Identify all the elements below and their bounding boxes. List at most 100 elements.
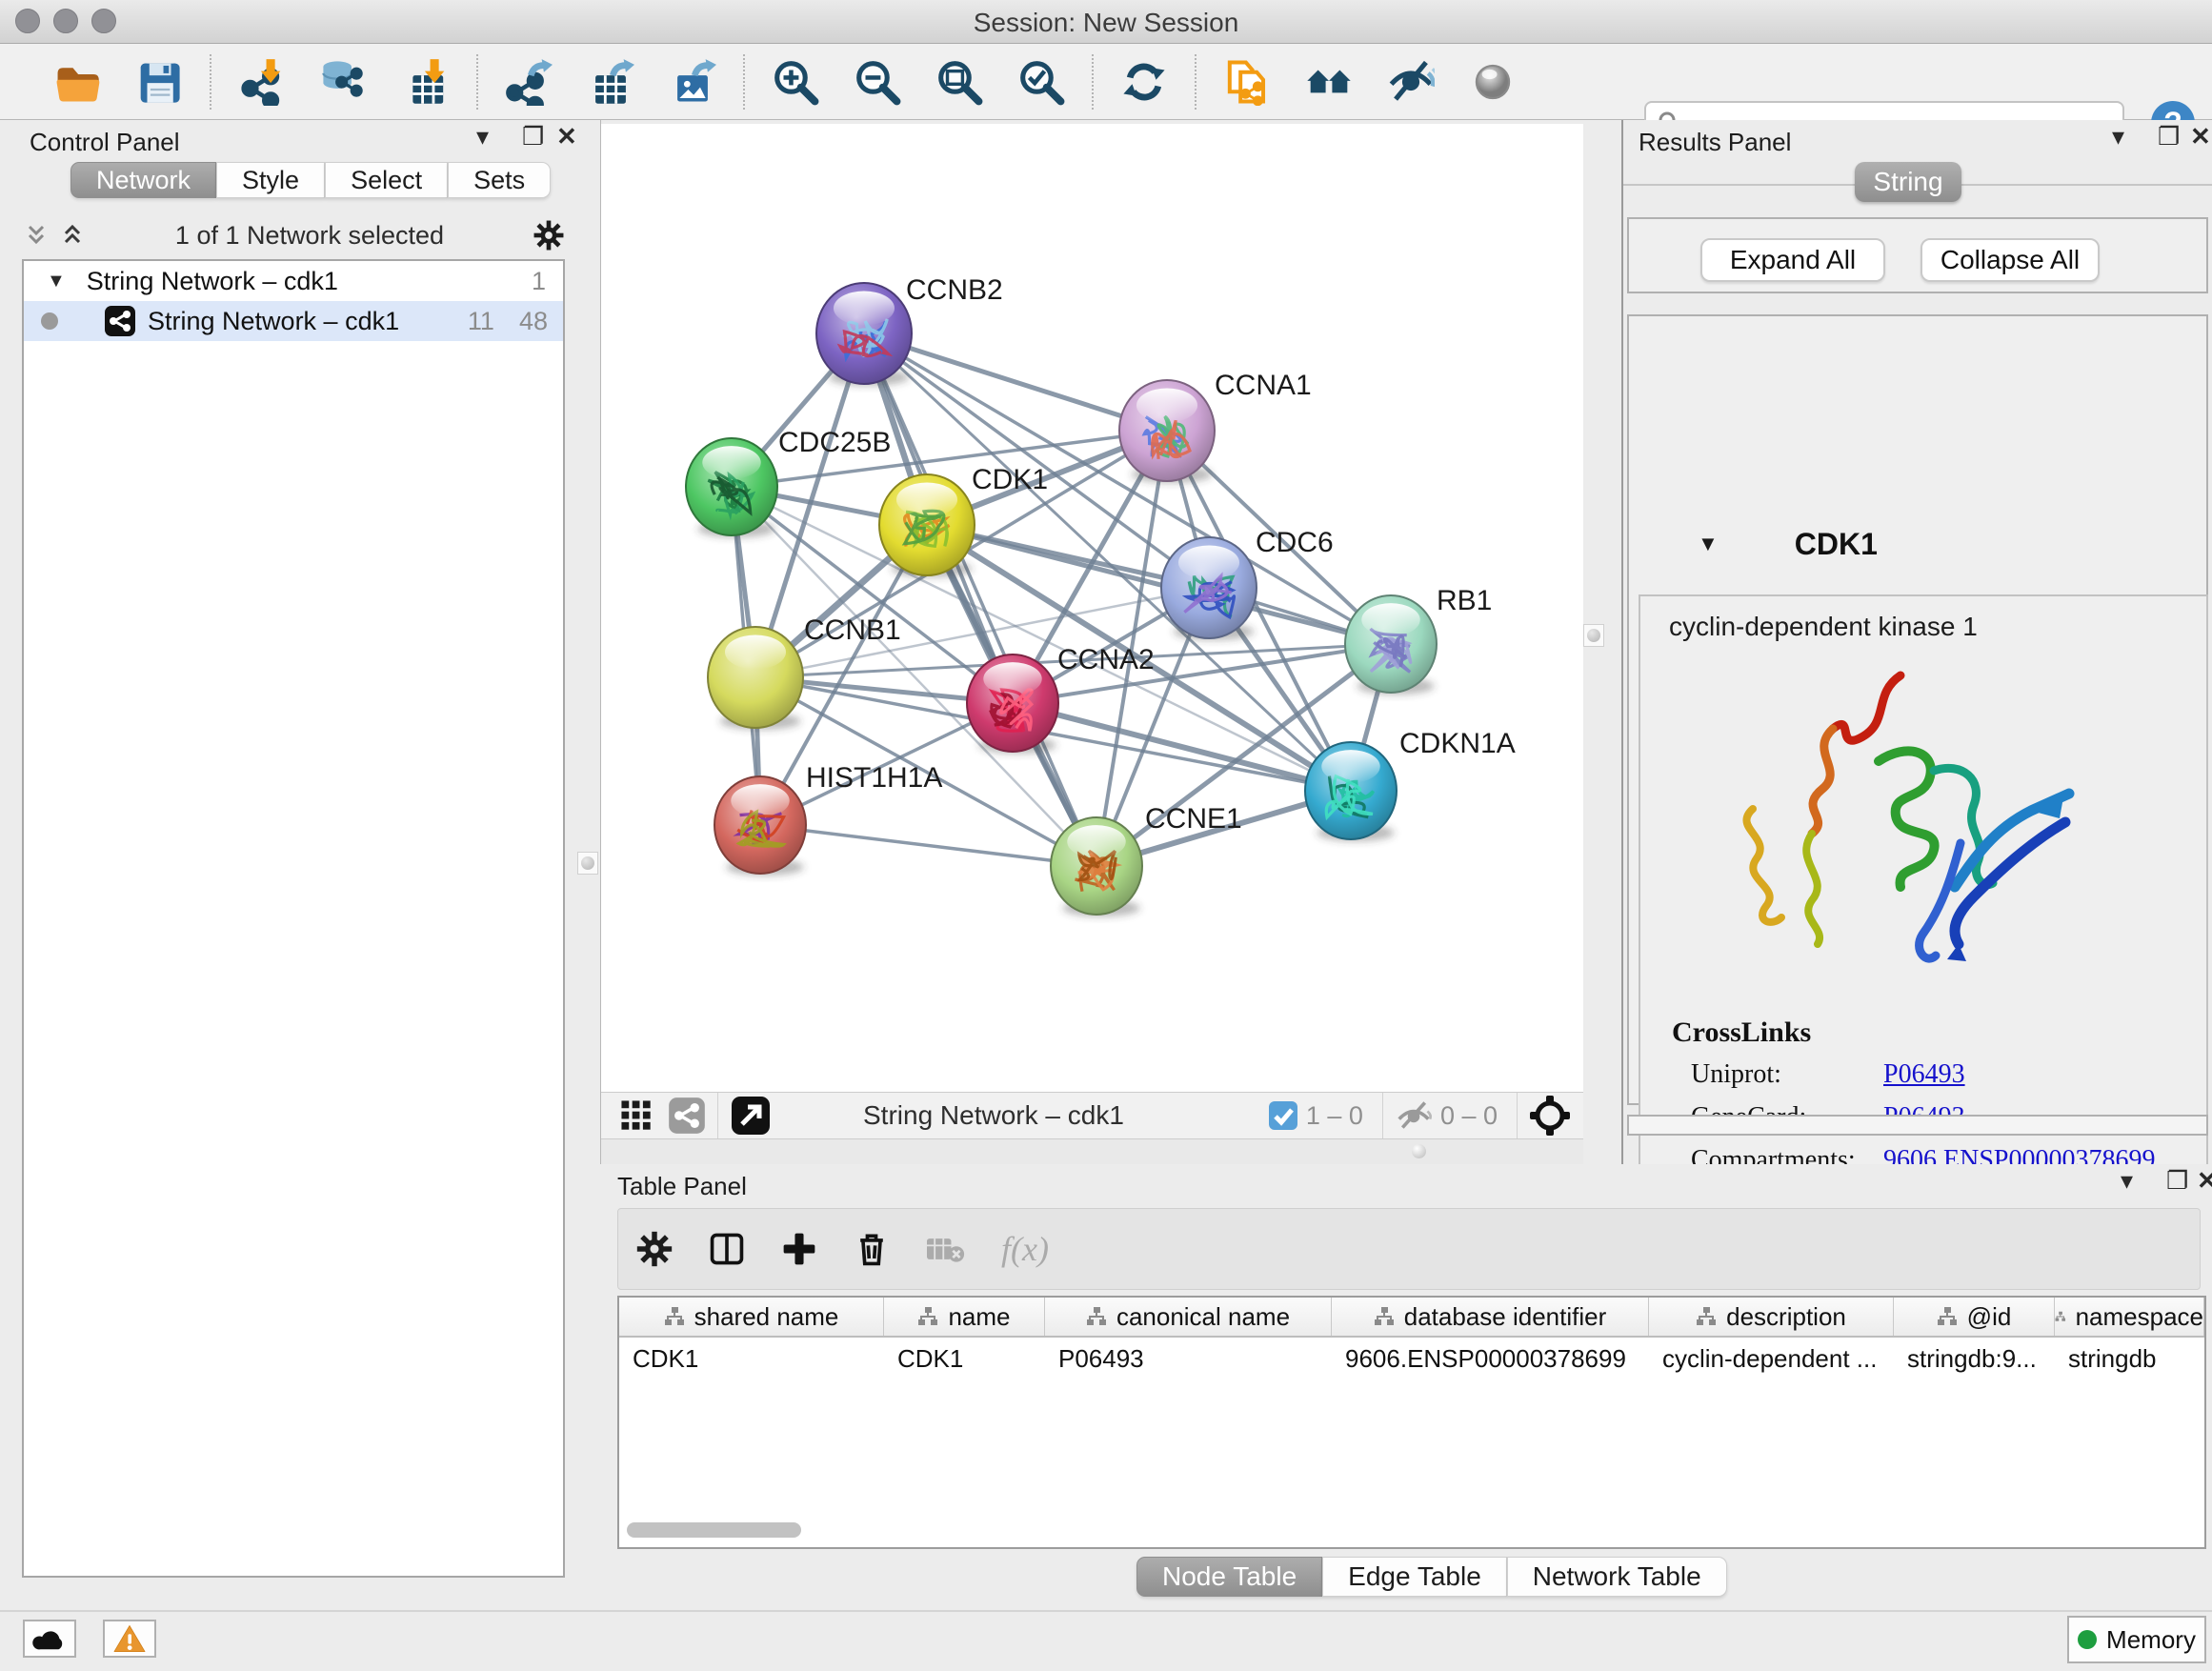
create-column-plus-icon[interactable]: [780, 1230, 818, 1268]
right-splitter[interactable]: [1583, 120, 1621, 1164]
network-node-CDC25B[interactable]: [686, 438, 777, 537]
tab-edge-table[interactable]: Edge Table: [1322, 1557, 1507, 1597]
results-panel-close-icon[interactable]: ✕: [2190, 120, 2211, 152]
table-row[interactable]: CDK1CDK1P064939606.ENSP00000378699cyclin…: [619, 1338, 2204, 1379]
table-cell[interactable]: stringdb:9...: [1894, 1338, 2055, 1379]
network-row[interactable]: String Network – cdk1 11 48: [24, 301, 563, 341]
memory-button[interactable]: Memory: [2067, 1616, 2206, 1663]
table-panel-close-icon[interactable]: ✕: [2197, 1164, 2212, 1197]
tab-network[interactable]: Network: [70, 162, 216, 198]
network-view-mode-icon[interactable]: [668, 1097, 706, 1135]
open-session-button[interactable]: [50, 54, 105, 110]
tab-sets[interactable]: Sets: [448, 162, 551, 198]
expand-all-icon[interactable]: [58, 221, 87, 250]
network-collection-row[interactable]: ▼ String Network – cdk1 1: [24, 261, 563, 301]
zoom-in-button[interactable]: [768, 54, 823, 110]
results-panel-float-icon[interactable]: ❐: [2158, 120, 2180, 152]
zoom-fit-button[interactable]: [932, 54, 987, 110]
network-node-CDKN1A[interactable]: [1305, 742, 1397, 841]
collapse-all-icon[interactable]: [22, 221, 50, 250]
toolbar-separator: [1195, 54, 1196, 110]
column-header-databaseidentifier[interactable]: database identifier: [1332, 1298, 1649, 1336]
column-header-canonicalname[interactable]: canonical name: [1045, 1298, 1332, 1336]
network-node-RB1[interactable]: [1345, 595, 1437, 695]
import-table-from-file-button[interactable]: [398, 54, 453, 110]
scrollbar-thumb[interactable]: [627, 1522, 801, 1538]
import-network-from-database-button[interactable]: [316, 54, 372, 110]
node-table: shared name name canonical name database…: [617, 1296, 2206, 1549]
edge-HIST1H1A-CCNE1[interactable]: [760, 825, 1096, 866]
show-all-button[interactable]: [1465, 54, 1520, 110]
tab-string[interactable]: String: [1855, 162, 1961, 202]
gene-disclosure-icon[interactable]: ▼: [1698, 532, 1719, 556]
collection-disclosure-icon[interactable]: ▼: [47, 271, 66, 292]
right-splitter-handle[interactable]: [1583, 624, 1604, 647]
control-panel-float-icon[interactable]: ❐: [522, 120, 544, 152]
cloud-status-button[interactable]: [23, 1620, 76, 1658]
table-panel-collapse-icon[interactable]: ▾: [2121, 1164, 2133, 1197]
network-node-CCNB2[interactable]: [816, 283, 912, 386]
tab-node-table[interactable]: Node Table: [1136, 1557, 1322, 1597]
show-columns-icon[interactable]: [708, 1230, 746, 1268]
table-cell[interactable]: CDK1: [884, 1338, 1045, 1379]
table-header-row: shared name name canonical name database…: [619, 1298, 2204, 1338]
expand-all-button[interactable]: Expand All: [1700, 238, 1885, 282]
tab-network-table[interactable]: Network Table: [1507, 1557, 1727, 1597]
column-header-name[interactable]: name: [884, 1298, 1045, 1336]
table-options-gear-icon[interactable]: [635, 1230, 674, 1268]
control-panel-close-icon[interactable]: ✕: [556, 120, 577, 152]
import-network-icon: [238, 58, 286, 106]
network-node-CCNA2[interactable]: [967, 654, 1058, 754]
export-network-button[interactable]: [501, 54, 556, 110]
hide-selected-button[interactable]: [1383, 54, 1438, 110]
control-panel-collapse-icon[interactable]: ▾: [476, 120, 489, 152]
column-header-namespace[interactable]: namespace: [2055, 1298, 2204, 1336]
table-cell[interactable]: CDK1: [619, 1338, 884, 1379]
crosslink-link-uniprot[interactable]: P06493: [1883, 1059, 1965, 1102]
birds-eye-view-icon[interactable]: [730, 1095, 772, 1137]
tab-select[interactable]: Select: [325, 162, 448, 198]
fit-content-crosshair-icon[interactable]: [1529, 1095, 1571, 1137]
table-body: CDK1CDK1P064939606.ENSP00000378699cyclin…: [619, 1338, 2204, 1379]
network-node-CCNA1[interactable]: [1119, 380, 1215, 483]
table-panel-float-icon[interactable]: ❐: [2166, 1164, 2188, 1197]
table-cell[interactable]: 9606.ENSP00000378699: [1332, 1338, 1649, 1379]
tab-style[interactable]: Style: [216, 162, 325, 198]
new-network-from-selection-button[interactable]: [1219, 54, 1275, 110]
network-node-CDC6[interactable]: [1161, 537, 1257, 640]
window-title: Session: New Session: [0, 8, 2212, 38]
export-table-button[interactable]: [583, 54, 638, 110]
gene-section-header[interactable]: ▼ CDK1: [1635, 516, 2212, 572]
network-options-gear-icon[interactable]: [533, 219, 565, 252]
horizontal-splitter[interactable]: [601, 1139, 1584, 1164]
first-neighbors-button[interactable]: [1301, 54, 1357, 110]
selected-checkbox-icon[interactable]: [1268, 1100, 1298, 1131]
network-node-HIST1H1A[interactable]: [714, 776, 806, 876]
node-label-CCNB2: CCNB2: [906, 274, 1003, 306]
results-panel-collapse-icon[interactable]: ▾: [2112, 120, 2124, 152]
zoom-out-button[interactable]: [850, 54, 905, 110]
table-cell[interactable]: stringdb: [2055, 1338, 2204, 1379]
zoom-selected-button[interactable]: [1014, 54, 1069, 110]
network-node-CCNB1[interactable]: [708, 627, 803, 730]
table-cell[interactable]: P06493: [1045, 1338, 1332, 1379]
import-network-from-file-button[interactable]: [234, 54, 290, 110]
results-buttons-box: Expand All Collapse All: [1627, 217, 2208, 293]
delete-column-trash-icon[interactable]: [853, 1230, 891, 1268]
apply-preferred-layout-button[interactable]: [1116, 54, 1172, 110]
network-canvas[interactable]: CCNB2 CCNA1 CDC25B CDK1 CDC6 RB1: [601, 124, 1584, 1092]
grid-view-icon[interactable]: [618, 1097, 654, 1134]
network-node-CCNE1[interactable]: [1051, 817, 1142, 916]
table-cell[interactable]: cyclin-dependent ...: [1649, 1338, 1894, 1379]
column-header-id[interactable]: @id: [1894, 1298, 2055, 1336]
column-header-sharedname[interactable]: shared name: [619, 1298, 884, 1336]
column-header-description[interactable]: description: [1649, 1298, 1894, 1336]
collapse-all-button[interactable]: Collapse All: [1920, 238, 2100, 282]
export-network-icon: [505, 58, 553, 106]
export-image-button[interactable]: [665, 54, 720, 110]
left-splitter-handle[interactable]: [577, 852, 598, 875]
save-session-button[interactable]: [131, 54, 187, 110]
warning-status-button[interactable]: [103, 1620, 156, 1658]
network-node-CDK1[interactable]: [879, 474, 975, 577]
table-horizontal-scrollbar[interactable]: [627, 1522, 2199, 1538]
